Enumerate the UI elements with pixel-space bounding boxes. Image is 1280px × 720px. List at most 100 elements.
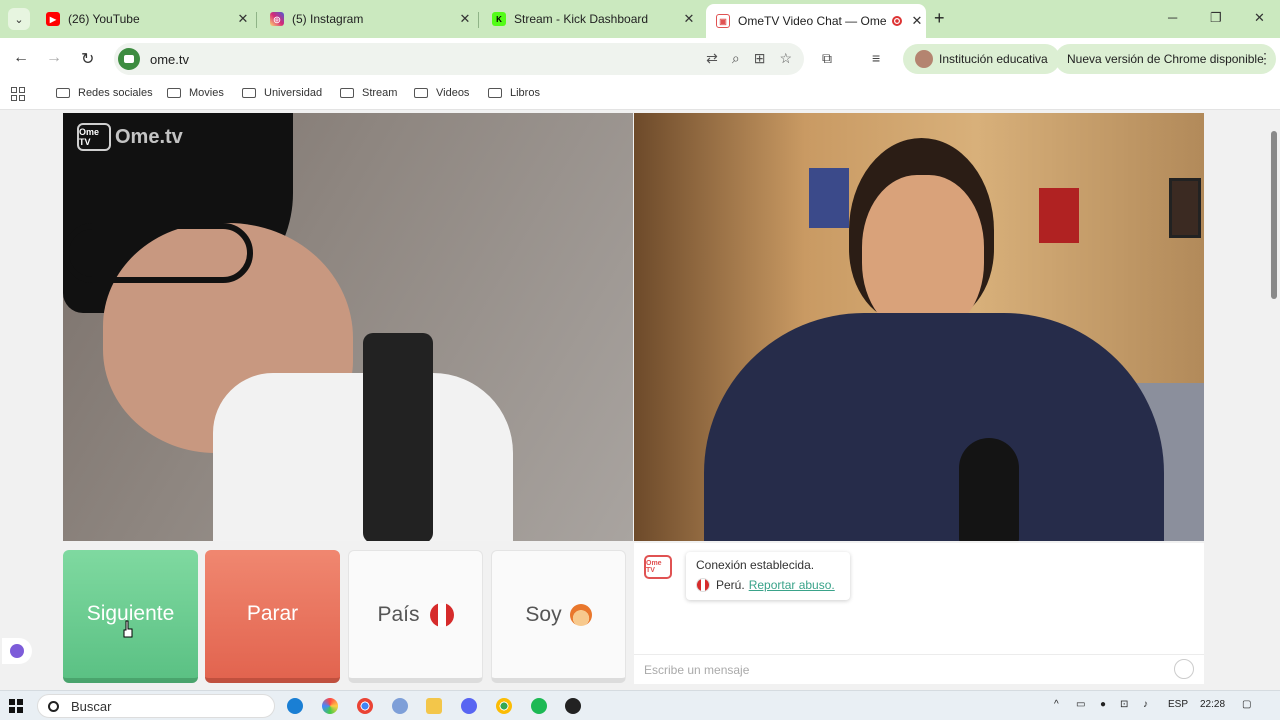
edge-icon[interactable] (287, 698, 303, 714)
microphone-shape (959, 438, 1019, 541)
shirt-shape (704, 313, 1164, 541)
self-video (634, 113, 1204, 541)
zoom-icon[interactable]: ⌕ (732, 50, 740, 67)
tab-ometv[interactable]: ▣ OmeTV Video Chat — Ome ✕ (706, 4, 926, 38)
avatar (915, 50, 933, 68)
stranger-video: Ome TV Ome.tv (63, 113, 633, 541)
notifications-icon[interactable]: ▢ (1242, 699, 1251, 710)
microphone-icon[interactable]: ● (1100, 699, 1106, 710)
close-icon[interactable]: ✕ (234, 11, 252, 27)
message-input[interactable]: Escribe un mensaje (634, 654, 1204, 684)
next-button[interactable]: Siguiente (63, 550, 198, 683)
close-window-button[interactable]: ✕ (1254, 10, 1265, 26)
taskbar-search[interactable]: Buscar (37, 694, 275, 718)
bookmark-star-icon[interactable]: ☆ (779, 50, 792, 67)
extension-side-button[interactable] (2, 638, 32, 664)
windows-start-icon[interactable] (9, 699, 23, 713)
chevron-down-icon: ⌄ (14, 13, 24, 26)
reload-button[interactable]: ↻ (81, 49, 94, 69)
close-icon[interactable]: ✕ (908, 13, 926, 29)
update-chrome-button[interactable]: Nueva versión de Chrome disponible (1055, 44, 1276, 74)
country-button[interactable]: País (348, 550, 483, 683)
battery-icon[interactable]: ▭ (1076, 699, 1085, 710)
app-icon[interactable] (392, 698, 408, 714)
peru-flag-icon (429, 602, 454, 627)
report-abuse-link[interactable]: Reportar abuso. (749, 578, 835, 592)
reload-icon: ↻ (81, 51, 95, 68)
translate-icon[interactable]: ⇄ (706, 50, 718, 67)
ometv-logo: Ome TV Ome.tv (77, 123, 183, 151)
arrow-right-icon: → (46, 49, 62, 66)
file-explorer-icon[interactable] (426, 698, 442, 714)
folder-icon (56, 88, 70, 98)
site-info-icon[interactable] (118, 48, 140, 70)
close-icon[interactable]: ✕ (456, 11, 474, 27)
frame-shape (1169, 178, 1201, 238)
tab-separator (256, 12, 257, 28)
boy-icon (569, 603, 592, 626)
tab-search-button[interactable]: ⌄ (8, 8, 30, 30)
browser-toolbar: ← → ↻ ome.tv ⇄ ⌕ ⊞ ☆ ⧉ ≡ Institución edu… (0, 38, 1280, 80)
gender-button[interactable]: Soy (491, 550, 626, 683)
ometv-tv-icon: Ome TV (644, 555, 672, 579)
bookmark-folder[interactable]: Redes sociales (56, 87, 153, 99)
forward-button[interactable]: → (46, 49, 62, 67)
copilot-icon[interactable] (322, 698, 338, 714)
volume-icon[interactable]: ♪ (1143, 699, 1148, 710)
chevron-up-icon[interactable]: ^ (1054, 699, 1059, 710)
emoji-icon[interactable] (1174, 659, 1194, 679)
stop-button[interactable]: Parar (205, 550, 340, 683)
new-tab-button[interactable]: + (934, 8, 945, 29)
spotify-icon[interactable] (531, 698, 547, 714)
peru-flag-icon (696, 578, 710, 592)
arrow-left-icon: ← (13, 49, 29, 66)
folder-icon (488, 88, 502, 98)
tab-bar: ⌄ ▶ (26) YouTube ✕ ◎ (5) Instagram ✕ K S… (0, 0, 1280, 38)
minimize-button[interactable]: ─ (1168, 10, 1177, 25)
tab-instagram[interactable]: ◎ (5) Instagram ✕ (260, 6, 474, 32)
bookmark-folder[interactable]: Movies (167, 87, 224, 99)
bookmarks-bar: Redes sociales Movies Universidad Stream… (0, 80, 1280, 110)
tab-youtube[interactable]: ▶ (26) YouTube ✕ (36, 6, 252, 32)
more-menu-icon[interactable]: ⋮ (1258, 50, 1272, 67)
tab-separator (478, 12, 479, 28)
chrome-icon[interactable] (357, 698, 373, 714)
chat-panel: Ome TV Conexión establecida. Perú. Repor… (634, 543, 1204, 684)
address-bar[interactable]: ome.tv ⇄ ⌕ ⊞ ☆ (114, 43, 804, 75)
extensions-icon[interactable]: ⧉ (822, 50, 832, 67)
install-app-icon[interactable]: ⊞ (754, 50, 766, 67)
close-icon[interactable]: ✕ (680, 11, 698, 27)
ometv-icon: ▣ (716, 14, 730, 28)
bookmark-folder[interactable]: Videos (414, 87, 469, 99)
network-icon[interactable]: ⊡ (1120, 699, 1128, 710)
discord-icon[interactable] (461, 698, 477, 714)
restore-button[interactable]: ❐ (1210, 10, 1222, 26)
brain-icon (10, 644, 24, 658)
clock[interactable]: 22:28 (1200, 699, 1225, 710)
folder-icon (242, 88, 256, 98)
obs-icon[interactable] (565, 698, 581, 714)
glasses-shape (63, 223, 253, 283)
bookmark-folder[interactable]: Stream (340, 87, 397, 99)
profile-button[interactable]: Institución educativa (903, 44, 1060, 74)
instagram-icon: ◎ (270, 12, 284, 26)
folder-icon (414, 88, 428, 98)
chrome-profile-icon[interactable] (496, 698, 512, 714)
youtube-icon: ▶ (46, 12, 60, 26)
windows-taskbar: Buscar ^ ▭ ● ⊡ ♪ ESP 22:28 ▢ (0, 690, 1280, 720)
tab-kick[interactable]: K Stream - Kick Dashboard ✕ (482, 6, 698, 32)
search-icon (48, 700, 59, 712)
scrollbar-thumb[interactable] (1271, 131, 1277, 299)
poster-shape (1039, 188, 1079, 243)
bookmark-folder[interactable]: Universidad (242, 87, 322, 99)
language-indicator[interactable]: ESP (1168, 699, 1188, 710)
kick-icon: K (492, 12, 506, 26)
apps-grid-icon[interactable] (11, 87, 25, 101)
system-message: Conexión establecida. Perú. Reportar abu… (686, 552, 850, 600)
back-button[interactable]: ← (13, 49, 29, 67)
strap-shape (363, 333, 433, 541)
media-controls-icon[interactable]: ≡ (872, 50, 880, 66)
plus-icon: + (934, 8, 945, 28)
bookmark-folder[interactable]: Libros (488, 87, 540, 99)
page-scrollbar[interactable] (1268, 111, 1280, 690)
